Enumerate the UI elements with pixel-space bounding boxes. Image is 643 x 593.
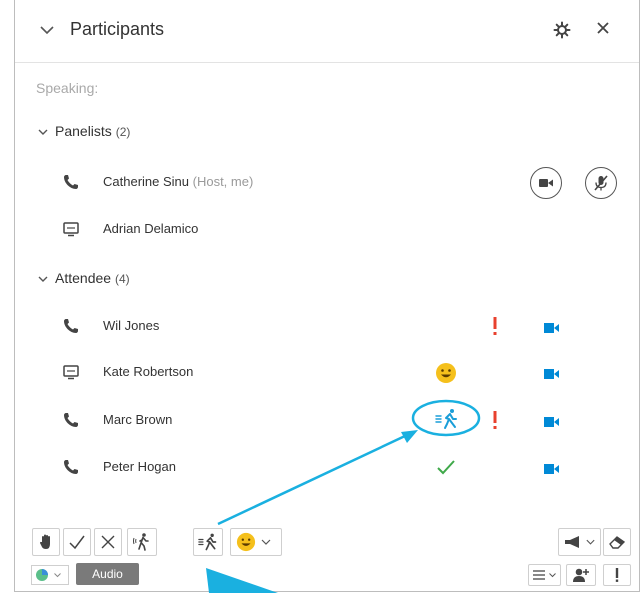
annotation-arrows — [206, 430, 418, 593]
